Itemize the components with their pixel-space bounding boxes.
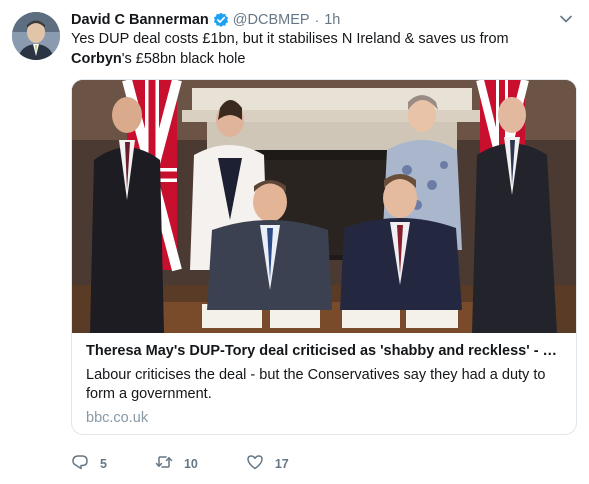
tweet-timestamp[interactable]: 1h [324,12,340,28]
link-card[interactable]: Theresa May's DUP-Tory deal criticised a… [71,79,577,435]
retweet-button[interactable]: 10 [155,453,198,476]
reply-button[interactable]: 5 [71,453,107,476]
card-description: Labour criticises the deal - but the Con… [86,367,546,402]
like-icon [246,453,264,476]
tweet-text-bold: Corbyn [71,51,122,67]
retweet-count: 10 [183,457,198,471]
avatar[interactable] [12,12,60,60]
like-button[interactable]: 17 [246,453,289,476]
card-image[interactable] [72,80,576,333]
chevron-down-icon[interactable] [559,12,573,26]
tweet-text-line1: Yes DUP deal costs £1bn, but it stabilis… [71,31,509,47]
reply-icon [71,453,89,476]
card-domain: bbc.co.uk [86,410,149,426]
tweet-actions: 5 10 17 [71,454,337,474]
verified-badge-icon [213,12,229,28]
author-handle[interactable]: @DCBMEP [233,12,310,28]
author-display-name[interactable]: David C Bannerman [71,12,209,28]
tweet-header: David C Bannerman @DCBMEP · 1h [71,10,340,30]
card-body[interactable]: Theresa May's DUP-Tory deal criticised a… [72,333,576,434]
tweet-text: Yes DUP deal costs £1bn, but it stabilis… [71,29,571,69]
like-count: 17 [274,457,289,471]
tweet: David C Bannerman @DCBMEP · 1h Yes DUP d… [0,0,589,484]
retweet-icon [155,453,173,476]
reply-count: 5 [100,457,107,471]
separator-dot: · [314,12,320,28]
tweet-text-rest: 's £58bn black hole [121,51,246,67]
card-title[interactable]: Theresa May's DUP-Tory deal criticised a… [86,342,562,361]
